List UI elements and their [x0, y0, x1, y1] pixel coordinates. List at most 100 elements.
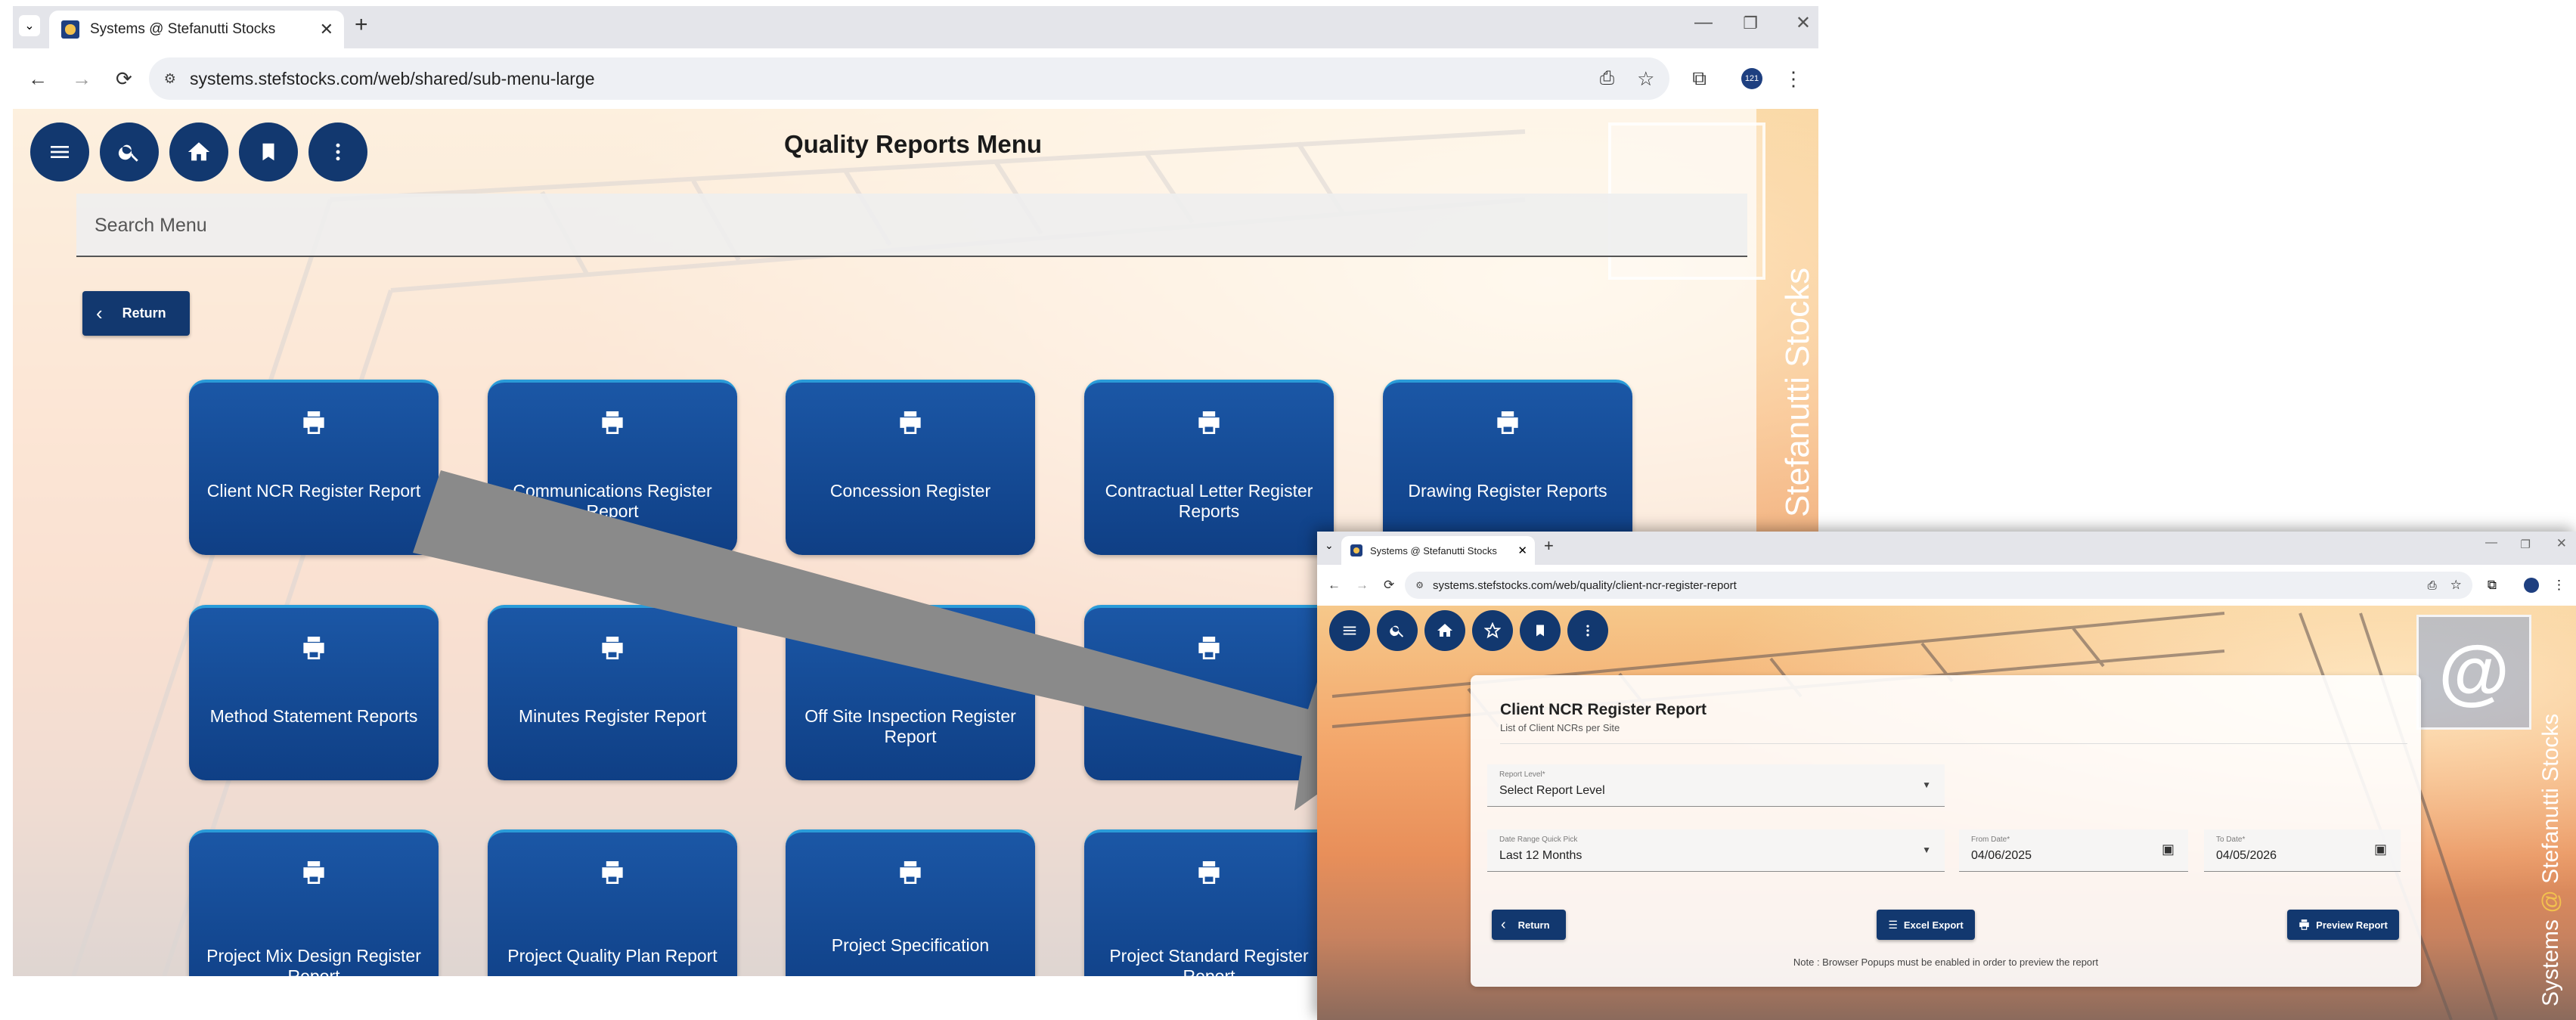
- menu-tile[interactable]: Project Mix Design Register Report: [189, 829, 439, 976]
- printer-icon: [900, 637, 921, 659]
- calendar-icon[interactable]: ▣: [2374, 842, 2387, 857]
- browser-tab[interactable]: Systems @ Stefanutti Stocks ✕: [1341, 536, 1535, 565]
- minimize-button[interactable]: —: [1694, 12, 1713, 33]
- to-date-value: 04/05/2026: [2216, 849, 2277, 862]
- favourite-button[interactable]: [1472, 610, 1513, 651]
- reload-icon[interactable]: ⟳: [116, 67, 132, 91]
- menu-tile[interactable]: Register: [1084, 605, 1334, 780]
- star-icon[interactable]: ☆: [2450, 578, 2462, 593]
- new-tab-button[interactable]: +: [355, 12, 368, 38]
- printer-icon: [303, 861, 324, 884]
- menu-tile[interactable]: Client NCR Register Report: [189, 380, 439, 555]
- return-label: Return: [122, 305, 166, 321]
- date-range-select[interactable]: Date Range Quick Pick Last 12 Months ▼: [1487, 829, 1945, 872]
- browser-menu-icon[interactable]: ⋮: [1784, 67, 1803, 91]
- site-favicon: [1350, 544, 1362, 557]
- site-info-icon[interactable]: ⚙: [1415, 580, 1424, 591]
- printer-icon: [900, 411, 921, 434]
- tab-search-button[interactable]: ⌄: [19, 15, 40, 36]
- action-buttons: [1329, 610, 1608, 651]
- menu-tile[interactable]: Drawing Register Reports: [1383, 380, 1632, 555]
- extensions-icon[interactable]: ⧉: [2488, 578, 2497, 593]
- menu-icon: [51, 146, 69, 158]
- preview-report-button[interactable]: Preview Report: [2287, 910, 2399, 940]
- menu-tile[interactable]: Project Quality Plan Report: [488, 829, 737, 976]
- tab-strip: ⌄ Systems @ Stefanutti Stocks ✕ + — ❐ ✕: [1317, 532, 2576, 565]
- printer-icon: [303, 411, 324, 434]
- chevron-down-icon[interactable]: ⌄: [1325, 539, 1334, 552]
- browser-menu-icon[interactable]: ⋮: [2553, 578, 2565, 593]
- menu-tile[interactable]: Project Standard Register Report: [1084, 829, 1334, 976]
- menu-tile[interactable]: Contractual Letter Register Reports: [1084, 380, 1334, 555]
- tile-label: Register: [1176, 706, 1242, 726]
- tab-close-icon[interactable]: ✕: [1517, 544, 1527, 557]
- from-date-field[interactable]: From Date* 04/06/2025 ▣: [1959, 829, 2188, 872]
- tile-label: Project Standard Register Report: [1109, 946, 1309, 976]
- report-subtitle: List of Client NCRs per Site: [1500, 722, 1620, 733]
- tile-label: Project Quality Plan Report: [507, 946, 718, 966]
- bookmark-button[interactable]: [239, 122, 298, 181]
- more-options-button[interactable]: [1567, 610, 1608, 651]
- to-date-field[interactable]: To Date* 04/05/2026 ▣: [2204, 829, 2401, 872]
- home-button[interactable]: [1424, 610, 1465, 651]
- close-window-button[interactable]: ✕: [2556, 536, 2567, 551]
- menu-tile[interactable]: Communications Register Report: [488, 380, 737, 555]
- forward-icon[interactable]: →: [1356, 578, 1369, 593]
- extensions-icon[interactable]: ⧉: [1692, 67, 1706, 91]
- menu-tile[interactable]: Project Specification: [786, 829, 1035, 976]
- printer-icon: [1198, 637, 1220, 659]
- menu-tile[interactable]: Minutes Register Report: [488, 605, 737, 780]
- return-button[interactable]: ‹ Return: [1492, 910, 1566, 940]
- search-button[interactable]: [1377, 610, 1418, 651]
- browser-toolbar: ← → ⟳ ⚙ systems.stefstocks.com/web/quali…: [1317, 565, 2576, 606]
- search-button[interactable]: [100, 122, 159, 181]
- site-info-icon[interactable]: ⚙: [164, 71, 176, 87]
- new-tab-button[interactable]: +: [1544, 536, 1554, 556]
- report-level-select[interactable]: Report Level* Select Report Level ▼: [1487, 764, 1945, 807]
- menu-button[interactable]: [1329, 610, 1370, 651]
- home-icon: [188, 142, 210, 161]
- dropdown-arrow-icon: ▼: [1922, 845, 1931, 855]
- profile-badge[interactable]: [2524, 578, 2539, 593]
- browser-tab[interactable]: Systems @ Stefanutti Stocks ✕: [49, 11, 344, 48]
- printer-icon: [602, 637, 623, 659]
- more-vert-icon: [336, 143, 340, 161]
- profile-badge[interactable]: 121: [1741, 68, 1762, 89]
- browser-window-report: ⌄ Systems @ Stefanutti Stocks ✕ + — ❐ ✕ …: [1317, 532, 2576, 1020]
- bookmark-button[interactable]: [1520, 610, 1561, 651]
- menu-tile[interactable]: Off Site Inspection Register Report: [786, 605, 1035, 780]
- address-bar[interactable]: ⚙ systems.stefstocks.com/web/quality/cli…: [1405, 572, 2472, 599]
- menu-button[interactable]: [30, 122, 89, 181]
- side-brand-suffix: Stefanutti Stocks: [2538, 713, 2563, 884]
- menu-tile[interactable]: Method Statement Reports: [189, 605, 439, 780]
- install-icon[interactable]: ⎙: [1600, 68, 1614, 89]
- search-menu-field[interactable]: Search Menu: [76, 194, 1747, 257]
- home-icon: [1437, 624, 1452, 637]
- search-icon: [118, 144, 138, 162]
- address-bar[interactable]: ⚙ systems.stefstocks.com/web/shared/sub-…: [148, 57, 1670, 100]
- tile-label: Method Statement Reports: [209, 706, 418, 726]
- at-logo-icon: @: [2438, 631, 2509, 712]
- back-icon[interactable]: ←: [1328, 578, 1341, 593]
- printer-icon: [900, 861, 921, 884]
- return-button[interactable]: ‹ Return: [82, 291, 190, 336]
- restore-button[interactable]: ❐: [1743, 14, 1758, 33]
- printer-icon: [602, 411, 623, 434]
- more-options-button[interactable]: [308, 122, 367, 181]
- star-icon[interactable]: ☆: [1637, 67, 1654, 91]
- minimize-button[interactable]: —: [2485, 536, 2497, 550]
- side-brand-at: @: [2538, 890, 2563, 913]
- forward-icon[interactable]: →: [72, 67, 91, 91]
- back-icon[interactable]: ←: [28, 67, 48, 91]
- restore-button[interactable]: ❐: [2521, 538, 2531, 551]
- to-date-label: To Date*: [2216, 836, 2246, 844]
- tile-label: Communications Register Report: [513, 481, 712, 521]
- excel-export-button[interactable]: ☰ Excel Export: [1877, 910, 1975, 940]
- menu-tile[interactable]: Concession Register: [786, 380, 1035, 555]
- calendar-icon[interactable]: ▣: [2162, 842, 2175, 857]
- home-button[interactable]: [169, 122, 228, 181]
- close-window-button[interactable]: ✕: [1796, 12, 1811, 34]
- tab-close-icon[interactable]: ✕: [320, 20, 333, 39]
- install-icon[interactable]: ⎙: [2428, 579, 2437, 592]
- reload-icon[interactable]: ⟳: [1384, 578, 1394, 593]
